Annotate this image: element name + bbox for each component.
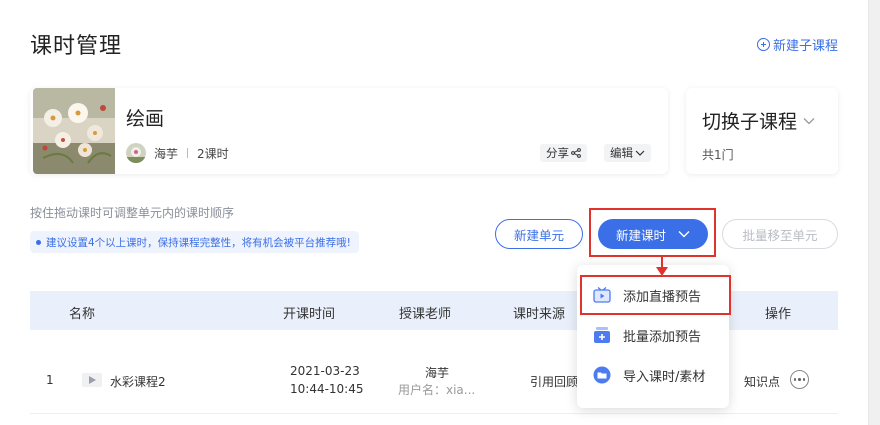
share-button[interactable]: 分享 [540,144,587,162]
batch-add-icon [593,326,611,344]
teacher-info: 海芋 2课时 [126,143,229,163]
edit-dropdown-button[interactable]: 编辑 [604,144,651,162]
tip-text: 建议设置4个以上课时，保持课程完整性，将有机会被平台推荐哦! [46,236,351,249]
course-card: 绘画 海芋 2课时 分享 编辑 [30,88,668,174]
chevron-down-icon [803,117,815,124]
new-sub-course-link[interactable]: 新建子课程 [756,35,838,54]
new-unit-button[interactable]: 新建单元 [495,219,583,249]
divider [187,148,189,158]
video-play-icon [82,373,102,387]
avatar [126,143,146,163]
lesson-time: 10:44-10:45 [290,382,364,396]
column-header-name: 名称 [69,307,96,322]
menu-item-label: 导入课时/素材 [623,369,706,385]
more-options-icon[interactable] [790,370,809,389]
switch-sub-course-title: 切换子课程 [702,107,815,134]
column-header-source: 课时来源 [513,307,566,322]
menu-item-label: 添加直播预告 [623,289,702,305]
edit-label: 编辑 [610,146,633,160]
column-header-start-time: 开课时间 [283,307,336,322]
course-thumbnail [33,88,115,174]
menu-item-import-lesson[interactable]: 导入课时/素材 [577,357,729,393]
page: 课时管理 新建子课程 绘画 海芋 2课时 分享 编辑 切换子课程 共1门 按住拖… [0,0,868,425]
batch-move-button[interactable]: 批量移至单元 [722,219,838,249]
new-lesson-dropdown-menu: 添加直播预告 批量添加预告 导入课时/素材 [577,265,729,408]
course-name: 绘画 [126,108,165,130]
menu-item-batch-add-preview[interactable]: 批量添加预告 [577,317,729,353]
switch-title-text: 切换子课程 [702,111,798,133]
share-label: 分享 [546,146,569,160]
column-header-actions: 操作 [765,307,792,322]
share-icon [571,148,581,158]
column-header-teacher: 授课老师 [399,307,452,322]
lesson-date: 2021-03-23 [290,364,360,378]
teacher-username: 用户名：xia... [398,383,476,397]
lesson-source: 引用回顾 [530,375,579,389]
folder-import-icon [593,366,611,384]
row-teacher-name: 海芋 [425,366,450,380]
annotation-arrow-head [656,267,668,276]
menu-item-label: 批量添加预告 [623,329,702,345]
teacher-name: 海芋 [154,146,179,161]
lesson-count: 2课时 [197,146,229,161]
chevron-down-icon [635,150,645,156]
page-title: 课时管理 [30,34,123,59]
chevron-down-icon [678,231,690,238]
row-index: 1 [46,373,54,387]
bullet-dot [36,239,41,245]
sub-course-count: 共1门 [702,148,734,162]
new-lesson-label: 新建课时 [615,227,666,243]
live-tv-icon [593,286,611,304]
new-sub-course-label: 新建子课程 [772,39,838,54]
circle-plus-icon [756,38,770,51]
drag-hint-text: 按住拖动课时可调整单元内的课时顺序 [30,206,235,220]
switch-sub-course-card[interactable]: 切换子课程 共1门 [686,88,838,174]
lesson-name[interactable]: 水彩课程2 [110,373,166,390]
menu-item-add-live-preview[interactable]: 添加直播预告 [577,277,729,313]
scrollbar[interactable] [868,0,880,425]
knowledge-point-link[interactable]: 知识点 [744,373,780,390]
recommendation-tip: 建议设置4个以上课时，保持课程完整性，将有机会被平台推荐哦! [30,231,359,253]
new-lesson-button[interactable]: 新建课时 [598,219,708,249]
